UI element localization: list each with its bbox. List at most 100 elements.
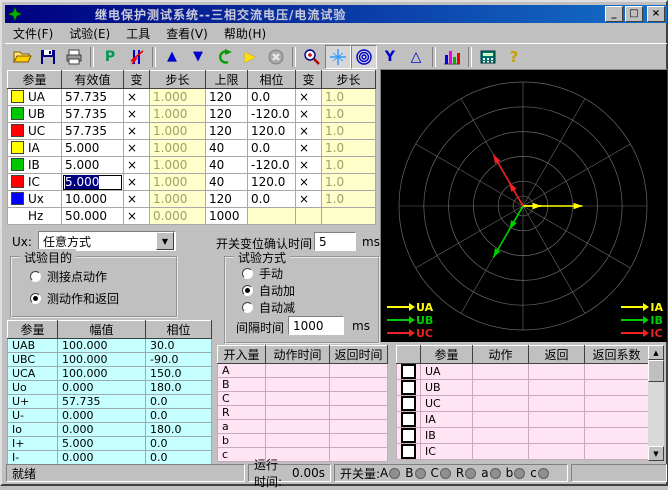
radio-icon[interactable] bbox=[242, 285, 253, 296]
phase-cell[interactable]: 0.0 bbox=[248, 140, 296, 157]
menu-file[interactable]: 文件(F) bbox=[5, 23, 61, 44]
limit-cell[interactable]: 40 bbox=[206, 174, 248, 191]
vary-cell[interactable]: × bbox=[296, 89, 322, 106]
delta-connection-icon[interactable]: △ bbox=[403, 45, 429, 69]
start-icon[interactable]: ▶ bbox=[237, 45, 263, 69]
radio-manual[interactable]: 手动 bbox=[242, 265, 283, 282]
vary-cell[interactable]: × bbox=[124, 157, 150, 174]
rms-cell[interactable]: 5.000 bbox=[62, 140, 124, 157]
step-cell[interactable]: 1.000 bbox=[150, 174, 206, 191]
open-icon[interactable] bbox=[9, 45, 35, 69]
step-cell[interactable]: 1.0 bbox=[322, 157, 376, 174]
rms-cell[interactable]: 57.735 bbox=[62, 106, 124, 123]
checkbox[interactable] bbox=[401, 428, 416, 443]
rms-cell[interactable]: 10.000 bbox=[62, 191, 124, 208]
checkbox[interactable] bbox=[401, 364, 416, 379]
rms-edit-input[interactable]: 5.000 bbox=[63, 175, 122, 190]
ux-mode-combobox[interactable]: 任意方式 ▼ bbox=[38, 231, 176, 251]
radio-icon[interactable] bbox=[242, 268, 253, 279]
switch-time-input[interactable]: 5 bbox=[314, 232, 356, 251]
axes-icon[interactable] bbox=[325, 45, 351, 69]
menu-help[interactable]: 帮助(H) bbox=[216, 23, 274, 44]
bar-graph-icon[interactable] bbox=[439, 45, 465, 69]
limit-cell[interactable]: 1000 bbox=[206, 208, 248, 225]
checkbox[interactable] bbox=[401, 380, 416, 395]
interval-input[interactable]: 1000 bbox=[288, 316, 344, 335]
vary-cell[interactable]: × bbox=[124, 191, 150, 208]
step-cell[interactable]: 0.000 bbox=[150, 208, 206, 225]
limit-cell[interactable]: 40 bbox=[206, 140, 248, 157]
phase-cell[interactable]: 120.0 bbox=[248, 123, 296, 140]
vary-cell[interactable]: × bbox=[296, 106, 322, 123]
polar-view-icon[interactable] bbox=[351, 45, 377, 69]
vary-cell[interactable]: × bbox=[124, 208, 150, 225]
minimize-button[interactable]: _ bbox=[605, 6, 623, 22]
radio-icon[interactable] bbox=[30, 293, 41, 304]
menu-tools[interactable]: 工具 bbox=[118, 23, 158, 44]
p-marker-icon[interactable]: P bbox=[97, 45, 123, 69]
menu-test[interactable]: 试验(E) bbox=[61, 23, 118, 44]
vary-cell[interactable]: × bbox=[124, 89, 150, 106]
limit-cell[interactable]: 120 bbox=[206, 106, 248, 123]
print-icon[interactable] bbox=[61, 45, 87, 69]
scroll-down-icon[interactable]: ▼ bbox=[648, 446, 664, 461]
vary-cell[interactable] bbox=[296, 208, 322, 225]
radio-auto-decrease[interactable]: 自动减 bbox=[242, 299, 295, 316]
step-up-icon[interactable]: ▲ bbox=[159, 45, 185, 69]
step-cell[interactable]: 1.0 bbox=[322, 191, 376, 208]
result-scrollbar[interactable]: ▲ ▼ bbox=[648, 345, 664, 461]
step-cell[interactable]: 1.000 bbox=[150, 106, 206, 123]
step-cell[interactable] bbox=[322, 208, 376, 225]
phase-cell[interactable] bbox=[248, 208, 296, 225]
vary-cell[interactable]: × bbox=[296, 157, 322, 174]
step-cell[interactable]: 1.0 bbox=[322, 174, 376, 191]
phase-cell[interactable]: -120.0 bbox=[248, 157, 296, 174]
phase-cell[interactable]: 0.0 bbox=[248, 89, 296, 106]
close-button[interactable]: × bbox=[647, 6, 665, 22]
limit-cell[interactable]: 40 bbox=[206, 157, 248, 174]
step-cell[interactable]: 1.000 bbox=[150, 140, 206, 157]
vary-cell[interactable]: × bbox=[124, 123, 150, 140]
step-cell[interactable]: 1.000 bbox=[150, 123, 206, 140]
rms-cell[interactable]: 57.735 bbox=[62, 89, 124, 106]
chevron-down-icon[interactable]: ▼ bbox=[156, 232, 174, 250]
scroll-up-icon[interactable]: ▲ bbox=[648, 345, 664, 360]
vary-cell[interactable]: × bbox=[124, 140, 150, 157]
vary-cell[interactable]: × bbox=[124, 174, 150, 191]
step-down-icon[interactable]: ▼ bbox=[185, 45, 211, 69]
zoom-icon[interactable] bbox=[299, 45, 325, 69]
phase-cell[interactable]: 0.0 bbox=[248, 191, 296, 208]
radio-icon[interactable] bbox=[30, 271, 41, 282]
limit-cell[interactable]: 120 bbox=[206, 89, 248, 106]
phase-cell[interactable]: -120.0 bbox=[248, 106, 296, 123]
limit-cell[interactable]: 120 bbox=[206, 123, 248, 140]
radio-action-return[interactable]: 测动作和返回 bbox=[30, 290, 119, 307]
y-connection-icon[interactable]: Y bbox=[377, 45, 403, 69]
vary-cell[interactable]: × bbox=[124, 106, 150, 123]
undo-icon[interactable] bbox=[211, 45, 237, 69]
checkbox[interactable] bbox=[401, 412, 416, 427]
scroll-thumb[interactable] bbox=[648, 360, 664, 382]
save-icon[interactable] bbox=[35, 45, 61, 69]
limit-cell[interactable]: 120 bbox=[206, 191, 248, 208]
rms-cell[interactable]: 50.000 bbox=[62, 208, 124, 225]
rms-cell[interactable]: 57.735 bbox=[62, 123, 124, 140]
help-icon[interactable]: ? bbox=[501, 45, 527, 69]
vary-cell[interactable]: × bbox=[296, 140, 322, 157]
radio-icon[interactable] bbox=[242, 302, 253, 313]
vary-cell[interactable]: × bbox=[296, 123, 322, 140]
menu-view[interactable]: 查看(V) bbox=[158, 23, 216, 44]
checkbox[interactable] bbox=[401, 396, 416, 411]
step-cell[interactable]: 1.0 bbox=[322, 123, 376, 140]
calculator-icon[interactable] bbox=[475, 45, 501, 69]
step-cell[interactable]: 1.0 bbox=[322, 89, 376, 106]
phase-cell[interactable]: 120.0 bbox=[248, 174, 296, 191]
step-cell[interactable]: 1.000 bbox=[150, 191, 206, 208]
step-cell[interactable]: 1.0 bbox=[322, 140, 376, 157]
fault-icon[interactable] bbox=[123, 45, 149, 69]
maximize-button[interactable]: □ bbox=[625, 6, 643, 22]
radio-auto-increase[interactable]: 自动加 bbox=[242, 282, 295, 299]
stop-icon[interactable] bbox=[263, 45, 289, 69]
vary-cell[interactable]: × bbox=[296, 191, 322, 208]
radio-contact-action[interactable]: 测接点动作 bbox=[30, 268, 107, 285]
